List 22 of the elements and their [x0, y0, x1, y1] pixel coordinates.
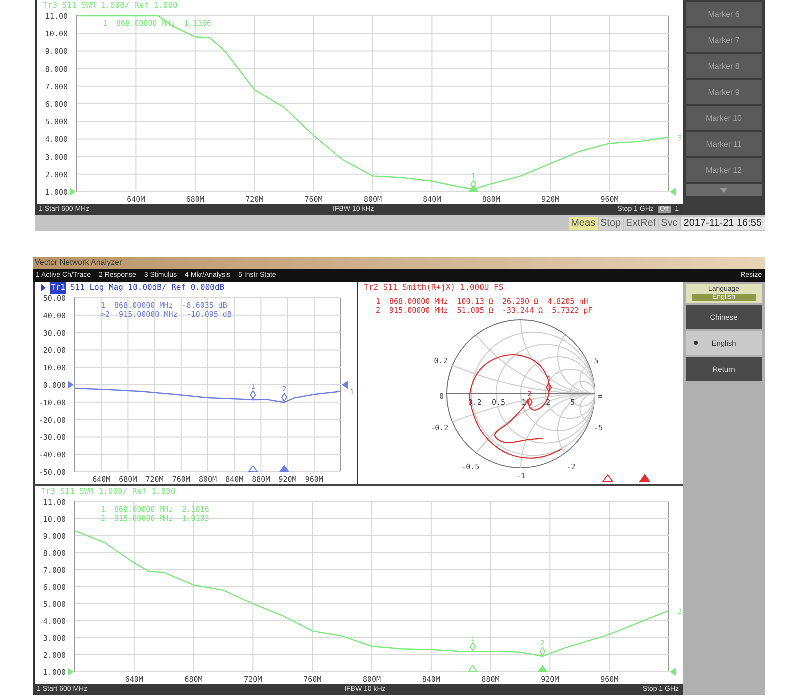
reference-marker-icon	[70, 188, 76, 196]
reference-marker-icon	[68, 668, 74, 676]
date-time: 2017-11-21 16:55	[680, 216, 765, 230]
trace-header: Tr3 S11 SWR 1.000/ Ref 1.000	[41, 486, 176, 498]
scroll-down-button[interactable]	[686, 184, 762, 196]
reference-marker-icon	[670, 668, 676, 676]
status-indicator: Svc	[659, 216, 680, 230]
marker-glyph-icon	[470, 642, 476, 652]
trace-tag: Tr1	[50, 282, 66, 294]
status-indicator: ExtRef	[624, 216, 658, 230]
trace-header: Tr3 S11 SWR 1.000/ Ref 1.000	[43, 0, 178, 12]
reference-marker-icon	[670, 188, 676, 196]
window-title: Vector Network Analyzer	[33, 257, 765, 269]
status-indicator: Meas	[569, 216, 598, 230]
trace-header: Tr2 S11 Smith(R+jX) 1.000U FS	[364, 282, 504, 294]
marker-glyph-icon	[540, 646, 546, 656]
marker-glyph-icon	[470, 180, 477, 190]
status-indicator: Stop	[598, 216, 624, 230]
caret-icon	[720, 188, 728, 192]
marker-glyph-icon	[250, 390, 256, 400]
marker-glyph-icon	[281, 392, 288, 403]
trace-header: S11 Log Mag 10.00dB/ Ref 0.000dB	[70, 282, 225, 294]
